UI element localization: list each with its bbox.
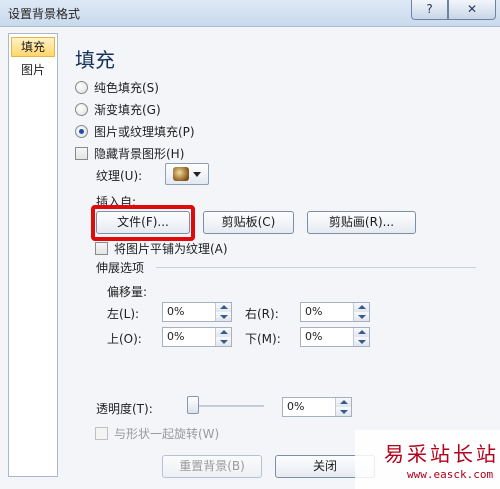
clipart-button[interactable]: 剪贴画(R)... <box>307 211 416 234</box>
spinner-arrows[interactable] <box>215 328 231 346</box>
picture-fill-radio[interactable] <box>75 124 88 138</box>
offset-bottom-spinner[interactable]: 0% <box>300 327 370 347</box>
transparency-value[interactable]: 0% <box>283 398 335 416</box>
chevron-down-icon <box>193 171 201 177</box>
tile-label: 将图片平铺为纹理(A) <box>114 241 228 256</box>
offset-top-label: 上(O): <box>107 332 142 346</box>
sidebar-item-picture[interactable]: 图片 <box>11 60 55 80</box>
spinner-arrows[interactable] <box>353 303 369 321</box>
watermark-url: www.easck.com <box>407 468 494 481</box>
offset-right-spinner[interactable]: 0% <box>300 302 370 322</box>
category-sidebar: 填充 图片 <box>8 33 58 477</box>
offset-left-label: 左(L): <box>107 307 140 321</box>
offset-right-value[interactable]: 0% <box>301 303 353 321</box>
close-window-button[interactable]: ✕ <box>448 0 496 20</box>
texture-label: 纹理(U): <box>96 169 143 183</box>
clipboard-button[interactable]: 剪贴板(C) <box>203 211 294 234</box>
tile-checkbox[interactable] <box>95 241 108 255</box>
solid-fill-radio[interactable] <box>75 80 88 94</box>
transparency-label: 透明度(T): <box>96 402 153 416</box>
title-bar: 设置背景格式 ? ✕ <box>0 0 500 27</box>
watermark-site-name: 易采站长站 <box>384 442 499 466</box>
offset-top-spinner[interactable]: 0% <box>162 327 232 347</box>
transparency-slider-thumb[interactable] <box>187 396 199 414</box>
solid-fill-option[interactable]: 纯色填充(S) <box>75 78 159 96</box>
transparency-spinner[interactable]: 0% <box>282 397 352 417</box>
rotate-with-shape-option[interactable]: 与形状一起旋转(W) <box>95 424 219 442</box>
texture-dropdown[interactable] <box>165 163 209 185</box>
annotation-highlight <box>91 205 195 241</box>
offset-left-value[interactable]: 0% <box>163 303 215 321</box>
offset-top-value[interactable]: 0% <box>163 328 215 346</box>
fill-panel: 填充 纯色填充(S) 渐变填充(G) 图片或纹理填充(P) 隐藏背景图形(H) … <box>64 33 500 477</box>
hide-background-checkbox[interactable] <box>75 146 88 160</box>
stretch-options-title: 伸展选项 <box>96 261 145 275</box>
offset-bottom-value[interactable]: 0% <box>301 328 353 346</box>
rotate-with-shape-checkbox[interactable] <box>95 426 108 440</box>
site-watermark: 易采站长站 www.easck.com <box>355 430 500 489</box>
reset-background-button[interactable]: 重置背景(B) <box>162 455 262 478</box>
gradient-fill-option[interactable]: 渐变填充(G) <box>75 100 161 118</box>
gradient-fill-label: 渐变填充(G) <box>94 102 161 117</box>
gradient-fill-radio[interactable] <box>75 102 88 116</box>
texture-swatch <box>173 167 189 181</box>
sidebar-item-fill[interactable]: 填充 <box>11 37 55 57</box>
hide-background-label: 隐藏背景图形(H) <box>94 146 185 161</box>
rotate-with-shape-label: 与形状一起旋转(W) <box>114 426 220 441</box>
offset-right-label: 右(R): <box>245 307 279 321</box>
hide-background-option[interactable]: 隐藏背景图形(H) <box>75 144 184 162</box>
offset-left-spinner[interactable]: 0% <box>162 302 232 322</box>
offset-bottom-label: 下(M): <box>245 332 281 346</box>
picture-fill-option[interactable]: 图片或纹理填充(P) <box>75 122 195 140</box>
spinner-arrows[interactable] <box>353 328 369 346</box>
solid-fill-label: 纯色填充(S) <box>94 80 159 95</box>
tile-option[interactable]: 将图片平铺为纹理(A) <box>95 239 228 257</box>
spinner-arrows[interactable] <box>335 398 351 416</box>
offset-label: 偏移量: <box>107 285 148 299</box>
picture-fill-label: 图片或纹理填充(P) <box>94 124 195 139</box>
panel-heading: 填充 <box>75 48 115 72</box>
spinner-arrows[interactable] <box>215 303 231 321</box>
dialog-title: 设置背景格式 <box>8 7 81 21</box>
transparency-slider-track[interactable] <box>188 405 264 407</box>
help-button[interactable]: ? <box>411 0 448 20</box>
group-divider <box>156 267 476 268</box>
